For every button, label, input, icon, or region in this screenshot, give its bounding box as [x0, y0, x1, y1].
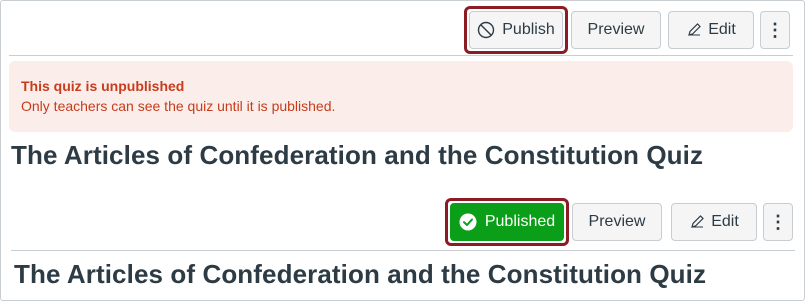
more-options-button[interactable]: ⋮ — [760, 11, 790, 49]
edit-button-published[interactable]: Edit — [671, 203, 757, 241]
alert-message: Only teachers can see the quiz until it … — [21, 98, 336, 114]
check-circle-icon — [459, 213, 477, 231]
publish-button-label: Publish — [502, 21, 555, 38]
page-title-published: The Articles of Confederation and the Co… — [14, 259, 707, 289]
page-title: The Articles of Confederation and the Co… — [11, 140, 704, 170]
publish-button[interactable]: Publish — [469, 11, 563, 49]
preview-button-label: Preview — [587, 21, 645, 38]
no-entry-circle-icon — [477, 21, 495, 39]
vertical-ellipsis-icon: ⋮ — [769, 211, 787, 232]
unpublished-alert: This quiz is unpublished Only teachers c… — [9, 61, 793, 132]
toolbar-divider — [9, 55, 793, 56]
edit-button[interactable]: Edit — [668, 11, 754, 49]
vertical-ellipsis-icon: ⋮ — [766, 19, 784, 40]
publish-button-highlight: Publish — [464, 6, 568, 54]
published-button[interactable]: Published — [450, 203, 564, 241]
published-toolbar-divider — [11, 250, 795, 251]
screenshot-frame: Publish Preview Edit ⋮ This quiz is unpu… — [0, 0, 805, 301]
preview-button-label: Preview — [588, 213, 646, 230]
edit-button-label: Edit — [711, 213, 739, 230]
pencil-icon — [686, 22, 702, 38]
preview-button-published[interactable]: Preview — [572, 203, 662, 241]
preview-button[interactable]: Preview — [571, 11, 661, 49]
published-button-highlight: Published — [445, 198, 569, 246]
unpublished-toolbar: Publish Preview Edit ⋮ — [464, 6, 790, 54]
published-toolbar: Published Preview Edit ⋮ — [445, 198, 793, 246]
published-button-label: Published — [484, 213, 556, 230]
more-options-button-published[interactable]: ⋮ — [763, 203, 793, 241]
pencil-icon — [689, 214, 705, 230]
edit-button-label: Edit — [708, 21, 736, 38]
alert-title: This quiz is unpublished — [21, 78, 185, 94]
